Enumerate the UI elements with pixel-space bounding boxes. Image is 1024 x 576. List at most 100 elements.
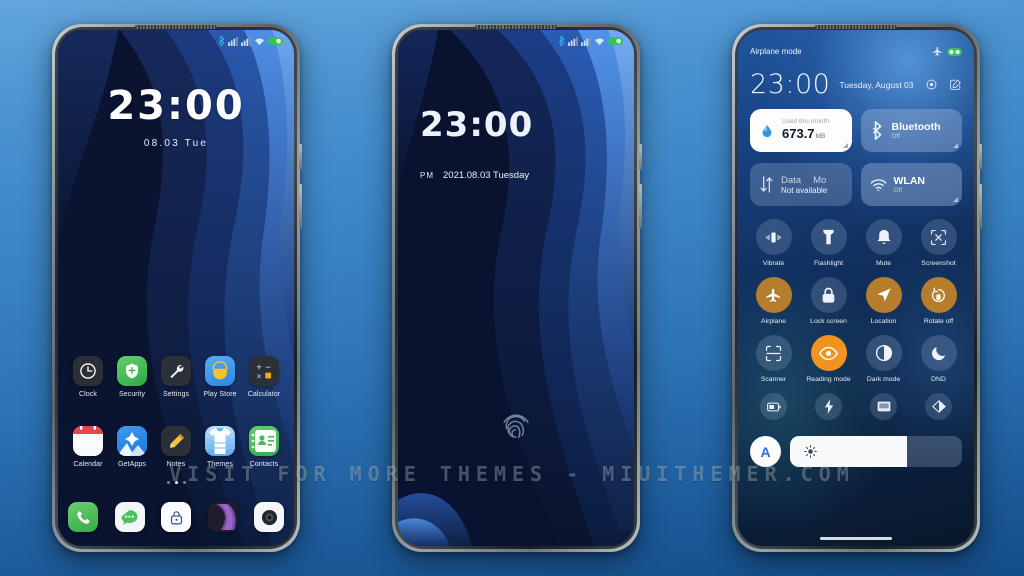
app-calculator[interactable]: + − × Calculator: [244, 356, 284, 398]
volume-button[interactable]: [299, 184, 302, 228]
edit-icon[interactable]: [949, 78, 962, 91]
toggle-dnd[interactable]: DND: [915, 335, 962, 383]
toggle-grid: Vibrate Flashlight Mute Screenshot Airpl…: [750, 219, 962, 420]
dock-browser[interactable]: [207, 502, 238, 532]
toggle-screenshot[interactable]: Screenshot: [915, 219, 962, 267]
toggle-reading-mode[interactable]: Reading mode: [805, 335, 852, 383]
toggle-label: Rotate off: [923, 318, 954, 325]
vibrate-icon: [755, 219, 792, 255]
mini-toggle-row: [750, 393, 962, 420]
auto-brightness-button[interactable]: A: [750, 436, 781, 467]
page-dot-active[interactable]: [174, 481, 178, 484]
flashlight-icon: [810, 219, 847, 255]
expand-corner-icon[interactable]: [953, 197, 958, 202]
bolt-icon[interactable]: [815, 393, 842, 420]
toggle-rotate-off[interactable]: Rotate off: [915, 277, 962, 325]
toggle-label: Airplane: [761, 318, 786, 325]
signal-sim1-icon: [228, 36, 238, 46]
moon-icon: [920, 335, 957, 371]
screenshot-icon: [920, 219, 957, 255]
contrast-icon: [865, 335, 902, 371]
tile-title-b: Mo: [813, 174, 827, 186]
toggle-label: Dark mode: [866, 376, 901, 383]
tile-title: WLAN: [893, 175, 926, 187]
toggle-row-2: Airplane Lock screen Location Rotate off: [750, 277, 962, 325]
dock-camera[interactable]: [254, 502, 284, 532]
expand-corner-icon[interactable]: [953, 143, 958, 148]
clock-time: 23:00: [750, 69, 831, 100]
tile-state: Off: [893, 187, 903, 194]
tile-state: Not available: [781, 185, 828, 195]
toggle-lock-screen[interactable]: Lock screen: [805, 277, 852, 325]
page-dot[interactable]: [182, 481, 186, 484]
app-label: Contacts: [249, 461, 279, 468]
toggle-flashlight[interactable]: Flashlight: [805, 219, 852, 267]
tile-data-usage[interactable]: Used this month 673.7MB: [750, 109, 852, 152]
tile-title: Used this month: [782, 118, 829, 125]
brightness-slider[interactable]: [790, 436, 962, 467]
tile-text: WLAN Off: [894, 175, 926, 194]
toggle-label: DND: [931, 376, 946, 383]
brightness-control: A: [750, 436, 962, 467]
side-button[interactable]: [639, 144, 642, 170]
tile-bluetooth[interactable]: Bluetooth Off: [860, 109, 962, 152]
toggle-label: Reading mode: [806, 376, 851, 383]
app-notes[interactable]: Notes: [156, 426, 196, 468]
page-dot[interactable]: [166, 481, 170, 484]
clock-meta: PM 2021.08.03 Tuesday: [420, 170, 533, 181]
tile-title-row: Data Mo: [781, 175, 827, 186]
volume-button[interactable]: [639, 184, 642, 228]
theme-icon[interactable]: [925, 393, 952, 420]
phone-1-home-screen: 23:00 08.03 Tue Clock Security Settings …: [52, 24, 302, 552]
clock-date: 08.03 Tue: [143, 138, 209, 149]
fingerprint-icon[interactable]: [499, 409, 533, 448]
dock-messages[interactable]: [114, 502, 145, 532]
app-getapps[interactable]: GetApps: [112, 426, 152, 468]
toggle-vibrate[interactable]: Vibrate: [750, 219, 797, 267]
header-actions: [925, 78, 962, 91]
settings-gear-icon[interactable]: [925, 78, 938, 91]
app-themes[interactable]: Themes: [200, 426, 240, 468]
status-icons: [932, 46, 962, 57]
phone-2-lock-screen: 23:00 PM 2021.08.03 Tuesday: [392, 24, 642, 552]
app-label: Calculator: [247, 391, 281, 398]
battery-icon: [608, 37, 623, 45]
phone-3-control-center: Airplane mode 23:00 Tuesday, August 03 U…: [732, 24, 982, 552]
app-security[interactable]: Security: [112, 356, 152, 398]
app-settings[interactable]: Settings: [156, 356, 196, 398]
tile-wlan[interactable]: WLAN Off: [860, 163, 962, 206]
volume-button[interactable]: [979, 184, 982, 228]
battery-saver-icon[interactable]: [760, 393, 787, 420]
cast-icon[interactable]: [870, 393, 897, 420]
toggle-label: Screenshot: [921, 260, 956, 267]
wrench-icon: [161, 356, 191, 386]
toggle-dark-mode[interactable]: Dark mode: [860, 335, 907, 383]
airplane-mode-label: Airplane mode: [750, 47, 802, 56]
wifi-icon: [870, 178, 886, 191]
app-play-store[interactable]: Play Store: [200, 356, 240, 398]
app-calendar[interactable]: Calendar: [68, 426, 108, 468]
tile-text: Data Mo Not available: [781, 175, 827, 195]
toggle-mute[interactable]: Mute: [860, 219, 907, 267]
eye-icon: [810, 335, 847, 371]
dock-security-lock[interactable]: [161, 502, 191, 532]
side-button[interactable]: [979, 144, 982, 170]
app-clock[interactable]: Clock: [68, 356, 108, 398]
expand-corner-icon[interactable]: [842, 143, 848, 148]
clock-icon: [73, 356, 103, 386]
mini-wrap: [860, 393, 907, 420]
app-contacts[interactable]: Contacts: [244, 426, 284, 468]
play-store-icon: [205, 356, 235, 386]
data-drop-icon: [762, 124, 772, 137]
toggle-location[interactable]: Location: [860, 277, 907, 325]
earpiece-speaker: [815, 25, 897, 29]
tile-mobile-data[interactable]: Data Mo Not available: [750, 163, 852, 206]
dock-phone[interactable]: [68, 502, 98, 532]
clock-time: 23:00: [420, 105, 534, 145]
side-button[interactable]: [299, 144, 302, 170]
battery-icon: [268, 37, 283, 45]
toggle-scanner[interactable]: Scanner: [750, 335, 797, 383]
toggle-airplane[interactable]: Airplane: [750, 277, 797, 325]
toggle-label: Location: [870, 318, 897, 325]
mini-wrap: [750, 393, 797, 420]
